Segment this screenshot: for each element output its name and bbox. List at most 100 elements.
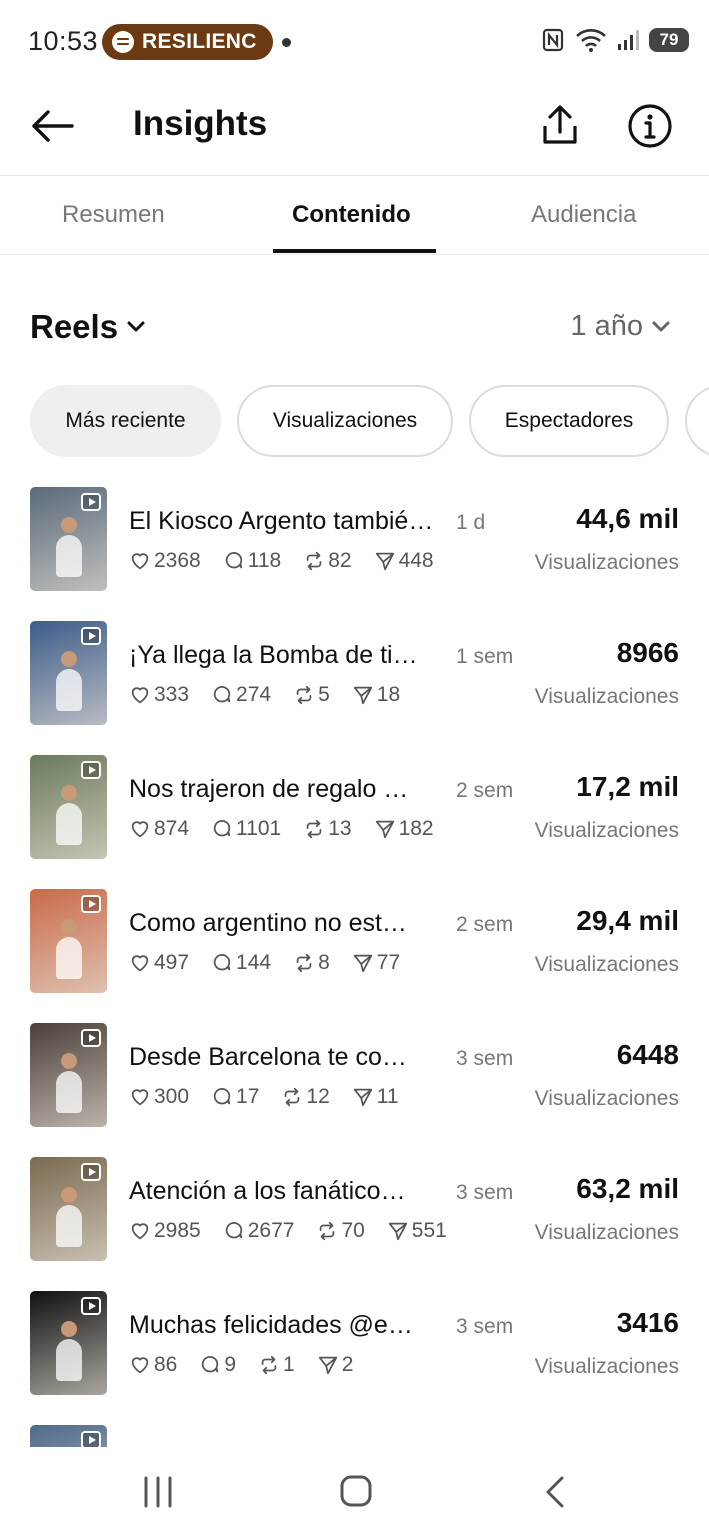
reel-age: 2 sem — [456, 779, 514, 802]
reel-views-value: 63,2 mil — [576, 1173, 679, 1204]
thumbnail-person — [55, 803, 82, 845]
comment-count: 2677 — [247, 1219, 295, 1242]
repost-count: 1 — [283, 1353, 295, 1376]
reel-row[interactable]: Como argentino no est… 2 sem 497 144 8 77 29,4… — [0, 889, 709, 995]
reel-row-partial[interactable] — [0, 1425, 709, 1447]
reel-age: 1 d — [456, 511, 486, 534]
reel-play-icon — [81, 1431, 101, 1447]
chip-mas-reciente[interactable]: Más reciente — [30, 385, 221, 457]
thumbnail-person — [55, 669, 82, 711]
reel-row[interactable]: Atención a los fanático… 3 sem 2985 2677 70 5… — [0, 1157, 709, 1263]
system-back-button[interactable] — [524, 1470, 584, 1514]
share-count: 551 — [411, 1219, 447, 1242]
comment-icon — [223, 550, 245, 572]
reel-thumbnail[interactable] — [30, 755, 107, 859]
content-type-dropdown[interactable]: Reels — [30, 308, 146, 346]
share-stat: 18 — [352, 683, 400, 707]
share-count: 182 — [398, 817, 434, 840]
heart-icon — [129, 1086, 151, 1108]
reel-stats: 86 9 1 2 — [129, 1351, 353, 1379]
back-button[interactable] — [26, 104, 78, 148]
heart-icon — [129, 952, 151, 974]
period-dropdown[interactable]: 1 año — [570, 310, 671, 343]
heart-icon — [129, 818, 151, 840]
reel-views-value: 8966 — [616, 637, 679, 668]
repost-count: 12 — [306, 1085, 330, 1108]
like-count: 300 — [154, 1085, 190, 1108]
reel-play-icon — [81, 627, 101, 645]
reel-play-icon — [81, 895, 101, 913]
reel-row[interactable]: El Kiosco Argento tambié… 1 d 2368 118 82 448… — [0, 487, 709, 593]
reel-views-value: 3416 — [616, 1307, 679, 1338]
reel-caption: Desde Barcelona te co… — [129, 1043, 407, 1071]
insights-tabs: Resumen Contenido Audiencia — [0, 177, 709, 255]
reel-row[interactable]: Nos trajeron de regalo … 2 sem 874 1101 13 18… — [0, 755, 709, 861]
reel-thumbnail[interactable] — [30, 1023, 107, 1127]
reel-caption: ¡Ya llega la Bomba de ti… — [129, 641, 418, 669]
repost-stat: 13 — [303, 817, 352, 841]
share-count: 18 — [376, 683, 401, 706]
thumbnail-person-head — [60, 1321, 77, 1337]
share-count: 448 — [398, 549, 434, 572]
repost-icon — [293, 952, 315, 974]
info-button[interactable] — [626, 102, 674, 150]
nfc-icon — [542, 28, 564, 52]
heart-icon — [129, 1220, 151, 1242]
filter-row: Reels 1 año — [0, 308, 709, 352]
comment-stat: 9 — [199, 1353, 236, 1377]
home-button[interactable] — [325, 1470, 385, 1514]
chevron-down-icon — [127, 321, 145, 332]
comment-icon — [211, 818, 233, 840]
recent-apps-button[interactable] — [128, 1470, 188, 1514]
reel-row[interactable]: ¡Ya llega la Bomba de ti… 1 sem 333 274 5 18 8… — [0, 621, 709, 727]
comment-count: 9 — [224, 1353, 237, 1376]
status-bar: 10:53 RESILIENC 79 — [0, 0, 709, 86]
reel-thumbnail[interactable] — [30, 1291, 107, 1395]
chip-espectadores[interactable]: Espectadores — [469, 385, 669, 457]
tab-resumen[interactable]: Resumen — [62, 201, 165, 229]
share-button[interactable] — [536, 102, 584, 150]
thumbnail-person — [55, 1071, 82, 1113]
repost-stat: 1 — [258, 1353, 295, 1377]
heart-icon — [129, 684, 151, 706]
repost-stat: 12 — [281, 1085, 330, 1109]
content-type-label: Reels — [30, 308, 119, 345]
reel-thumbnail[interactable] — [30, 889, 107, 993]
heart-icon — [129, 1354, 151, 1376]
chip-next[interactable] — [685, 385, 709, 457]
repost-stat: 82 — [303, 549, 352, 573]
status-time: 10:53 — [28, 26, 99, 56]
reel-thumbnail[interactable] — [30, 621, 107, 725]
period-label: 1 año — [570, 310, 643, 342]
reel-row[interactable]: Desde Barcelona te co… 3 sem 300 17 12 11 6448… — [0, 1023, 709, 1129]
info-icon — [628, 104, 672, 148]
reel-caption: Nos trajeron de regalo … — [129, 775, 409, 803]
thumbnail-person — [55, 937, 82, 979]
tab-audiencia[interactable]: Audiencia — [531, 201, 636, 229]
reel-list: El Kiosco Argento tambié… 1 d 2368 118 82 448… — [0, 487, 709, 1447]
share-count: 2 — [341, 1353, 354, 1376]
chip-visualizaciones[interactable]: Visualizaciones — [237, 385, 453, 457]
reel-views-value: 29,4 mil — [576, 905, 679, 936]
reel-stats: 497 144 8 77 — [129, 949, 400, 977]
comment-count: 1101 — [236, 817, 282, 840]
reel-thumbnail[interactable] — [30, 1157, 107, 1261]
media-playback-pill[interactable]: RESILIENC — [102, 24, 273, 60]
tab-contenido[interactable]: Contenido — [292, 201, 411, 229]
reel-thumbnail[interactable] — [30, 1425, 107, 1447]
reel-views-label: Visualizaciones — [534, 953, 679, 976]
share-stat: 77 — [352, 951, 400, 975]
like-stat: 300 — [129, 1085, 189, 1109]
comment-count: 118 — [247, 549, 282, 572]
reel-caption: El Kiosco Argento tambié… — [129, 507, 434, 535]
reel-age: 3 sem — [456, 1047, 514, 1070]
reel-thumbnail[interactable] — [30, 487, 107, 591]
comment-count: 274 — [236, 683, 272, 706]
like-count: 497 — [154, 951, 190, 974]
reel-play-icon — [81, 493, 101, 511]
reel-play-icon — [81, 1029, 101, 1047]
reel-age: 2 sem — [456, 913, 514, 936]
share-stat: 182 — [374, 817, 434, 841]
reel-stats: 874 1101 13 182 — [129, 815, 434, 843]
reel-row[interactable]: Muchas felicidades @e… 3 sem 86 9 1 2 3416 Visu… — [0, 1291, 709, 1397]
